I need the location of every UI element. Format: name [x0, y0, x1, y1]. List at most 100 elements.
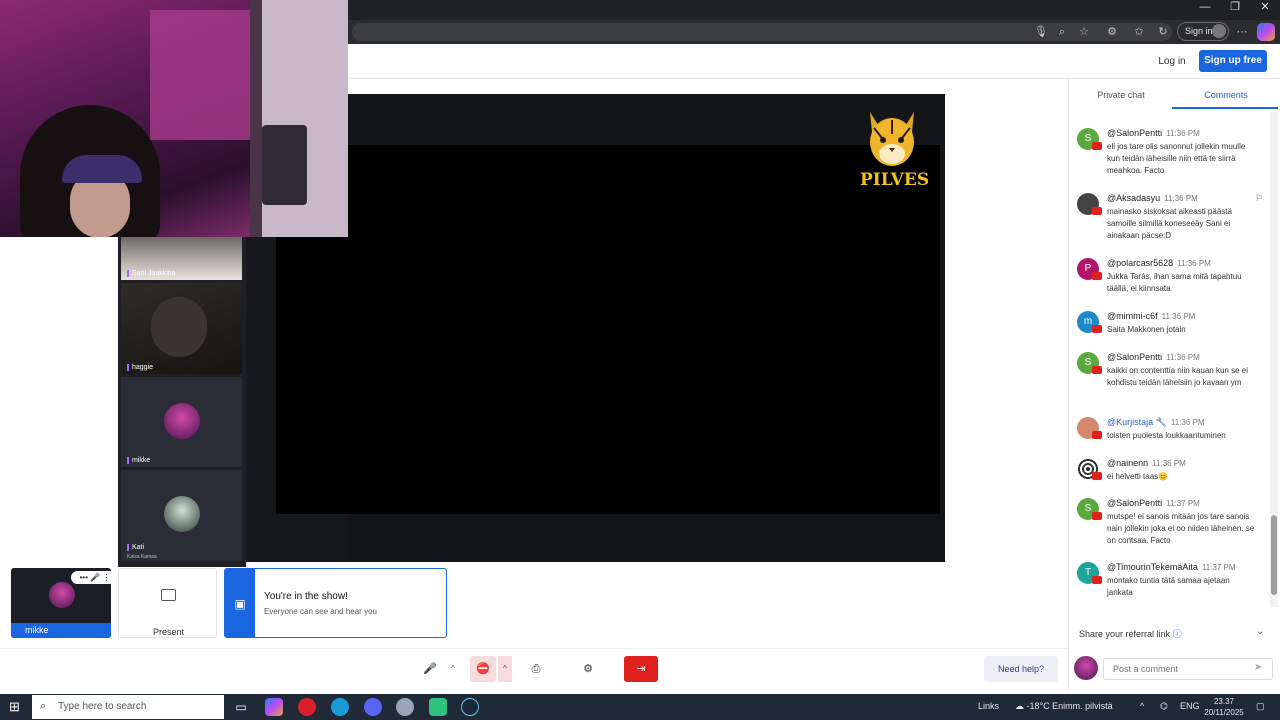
- close-window-button[interactable]: ✕: [1250, 0, 1280, 16]
- referral-link-toggle[interactable]: Share your referral link ⓘ: [1079, 627, 1182, 640]
- links-toolbar-label[interactable]: Links: [978, 701, 999, 711]
- taskbar-clock[interactable]: 23.37 20/11/2025: [1200, 696, 1248, 718]
- youtube-icon: [1092, 366, 1102, 374]
- comment-text: mainasko siskoksat aikeasti päästä samoi…: [1107, 207, 1232, 240]
- comment-user: @SalonPentti 11:36 PM: [1107, 128, 1200, 138]
- send-icon[interactable]: ➤: [1254, 662, 1262, 673]
- profile-avatar-icon[interactable]: [1212, 24, 1226, 38]
- comment-time: 11:36 PM: [1166, 353, 1200, 362]
- discord-icon[interactable]: [364, 698, 382, 716]
- participant-tile[interactable]: Kati Kaisa Kamaa: [121, 470, 242, 561]
- self-tile-controls[interactable]: ••• 🎤 ⋮: [71, 571, 111, 584]
- steam-icon[interactable]: [461, 698, 479, 716]
- zoom-icon[interactable]: ⌕: [1053, 23, 1071, 41]
- copilot-icon[interactable]: [1257, 23, 1275, 41]
- language-indicator[interactable]: ENG: [1180, 701, 1200, 711]
- comment-time: 11:36 PM: [1152, 459, 1186, 468]
- comments-list[interactable]: S @SalonPentti 11:36 PM eli jos tare olis…: [1069, 110, 1269, 610]
- present-label: Present: [152, 627, 185, 637]
- tray-chevron-icon[interactable]: ^: [1140, 701, 1144, 711]
- webcam-overlay: [0, 0, 348, 237]
- weather-widget[interactable]: ☁ -18°C Enimm. pilvistä: [1015, 701, 1113, 712]
- participant-subname: Kaisa Kamaa: [127, 554, 157, 560]
- leave-button[interactable]: ⇥: [624, 656, 658, 682]
- comment-username: @TimourinTekemäAita: [1107, 562, 1198, 572]
- weather-text: -18°C Enimm. pilvistä: [1026, 701, 1113, 711]
- extensions-icon[interactable]: ⚙: [1103, 23, 1121, 41]
- participant-name: Sani Jaakkina: [127, 270, 176, 277]
- comment-username: @SalonPentti: [1107, 352, 1163, 362]
- tab-comments[interactable]: Comments: [1180, 88, 1272, 102]
- mic-options-chevron-icon[interactable]: ^: [446, 656, 460, 682]
- notifications-icon[interactable]: ▢: [1256, 701, 1265, 712]
- comment-user: @polarcasr5628 11:36 PM: [1107, 258, 1211, 268]
- login-link[interactable]: Log in: [1150, 55, 1194, 69]
- help-icon: ⓘ: [1172, 629, 1182, 639]
- pilves-logo: PILVES: [860, 108, 929, 194]
- participant-tile[interactable]: mikke: [121, 377, 242, 467]
- settings-button[interactable]: ⚙: [576, 656, 600, 682]
- chevron-down-icon[interactable]: ⌄: [1256, 626, 1264, 637]
- comment-time: 11:36 PM: [1161, 312, 1196, 321]
- more-icon[interactable]: ⋯: [1233, 23, 1251, 41]
- weather-icon: ☁: [1015, 701, 1024, 711]
- network-icon[interactable]: ⌬: [1160, 701, 1168, 712]
- restore-button[interactable]: ❐: [1220, 0, 1250, 16]
- share-screen-button[interactable]: ⎙: [524, 656, 548, 682]
- left-blank-area: [0, 237, 118, 567]
- comment-user: @mimmi-c6f 11:36 PM: [1107, 311, 1195, 321]
- webcam-background: [262, 125, 307, 205]
- star-icon[interactable]: ☆: [1075, 23, 1093, 41]
- comment-username: @polarcasr5628: [1107, 258, 1174, 268]
- clock-date: 20/11/2025: [1204, 708, 1244, 717]
- comment-user: @SalonPentti 11:36 PM: [1107, 352, 1200, 362]
- participant-tile[interactable]: haggie: [121, 283, 242, 374]
- monitor-icon: ▣: [225, 569, 255, 637]
- favorites-icon[interactable]: ✩: [1130, 23, 1148, 41]
- mic-icon[interactable]: 🎙: [1032, 23, 1050, 41]
- webcam-background: [250, 0, 262, 237]
- comment-username: @Aksadasyu: [1107, 193, 1161, 203]
- camera-options-chevron-icon[interactable]: ^: [498, 656, 512, 682]
- minimize-button[interactable]: —: [1190, 0, 1220, 16]
- comments-scroll-thumb[interactable]: [1271, 515, 1277, 595]
- lynx-icon: [870, 112, 914, 166]
- comment-user: @SalonPentti 11:37 PM: [1107, 498, 1200, 508]
- tab-private-chat[interactable]: Private chat: [1080, 88, 1162, 102]
- streamer-cap: [62, 155, 142, 183]
- comment-text: kaikki on contenttia niin kauan kun se e…: [1107, 366, 1248, 387]
- banner-subtitle: Everyone can see and hear you: [264, 607, 377, 616]
- windows-start-icon[interactable]: ⊞: [9, 700, 23, 714]
- youtube-icon: [1092, 431, 1102, 439]
- taskbar-search-input[interactable]: Type here to search: [32, 695, 224, 719]
- comment-user: @Aksadasyu 11:36 PM: [1107, 193, 1198, 203]
- self-name-label: mikke: [11, 623, 111, 638]
- comment-input[interactable]: Post a comment: [1103, 658, 1273, 680]
- youtube-icon: [1092, 512, 1102, 520]
- referral-label: Share your referral link: [1079, 629, 1171, 639]
- need-help-button[interactable]: Need help?: [984, 656, 1058, 682]
- youtube-icon: [1092, 576, 1102, 584]
- edge-icon[interactable]: [331, 698, 349, 716]
- opera-icon[interactable]: [298, 698, 316, 716]
- avatar: [164, 403, 200, 439]
- task-view-icon[interactable]: ▭: [232, 698, 250, 716]
- self-video-tile[interactable]: ••• 🎤 ⋮ mikke: [11, 568, 111, 638]
- participant-tile[interactable]: Sani Jaakkina: [121, 237, 242, 280]
- comment-text: toisten puolesta loukkaantuminen: [1107, 431, 1226, 440]
- report-icon[interactable]: ⚐: [1255, 193, 1263, 204]
- comment-text: Jukka Tarás, ihan sama mitä tapahtuu tää…: [1107, 272, 1242, 293]
- app-icon[interactable]: [396, 698, 414, 716]
- mic-button[interactable]: 🎤: [418, 656, 442, 682]
- present-button[interactable]: Present: [118, 568, 217, 638]
- comment-text: Saita Makkonen jotain: [1107, 325, 1186, 334]
- comment-time: 11:37 PM: [1166, 499, 1200, 508]
- app-icon[interactable]: [429, 698, 447, 716]
- signup-button[interactable]: Sign up free: [1199, 50, 1267, 72]
- shared-screen: [276, 145, 940, 514]
- comment-username: @Kurjistaja 🔧: [1107, 417, 1167, 427]
- copilot-app-icon[interactable]: [265, 698, 283, 716]
- comment-user: @Kurjistaja 🔧 11:36 PM: [1107, 417, 1205, 428]
- history-icon[interactable]: ↻: [1154, 23, 1172, 41]
- camera-off-button[interactable]: ⛔: [470, 656, 496, 682]
